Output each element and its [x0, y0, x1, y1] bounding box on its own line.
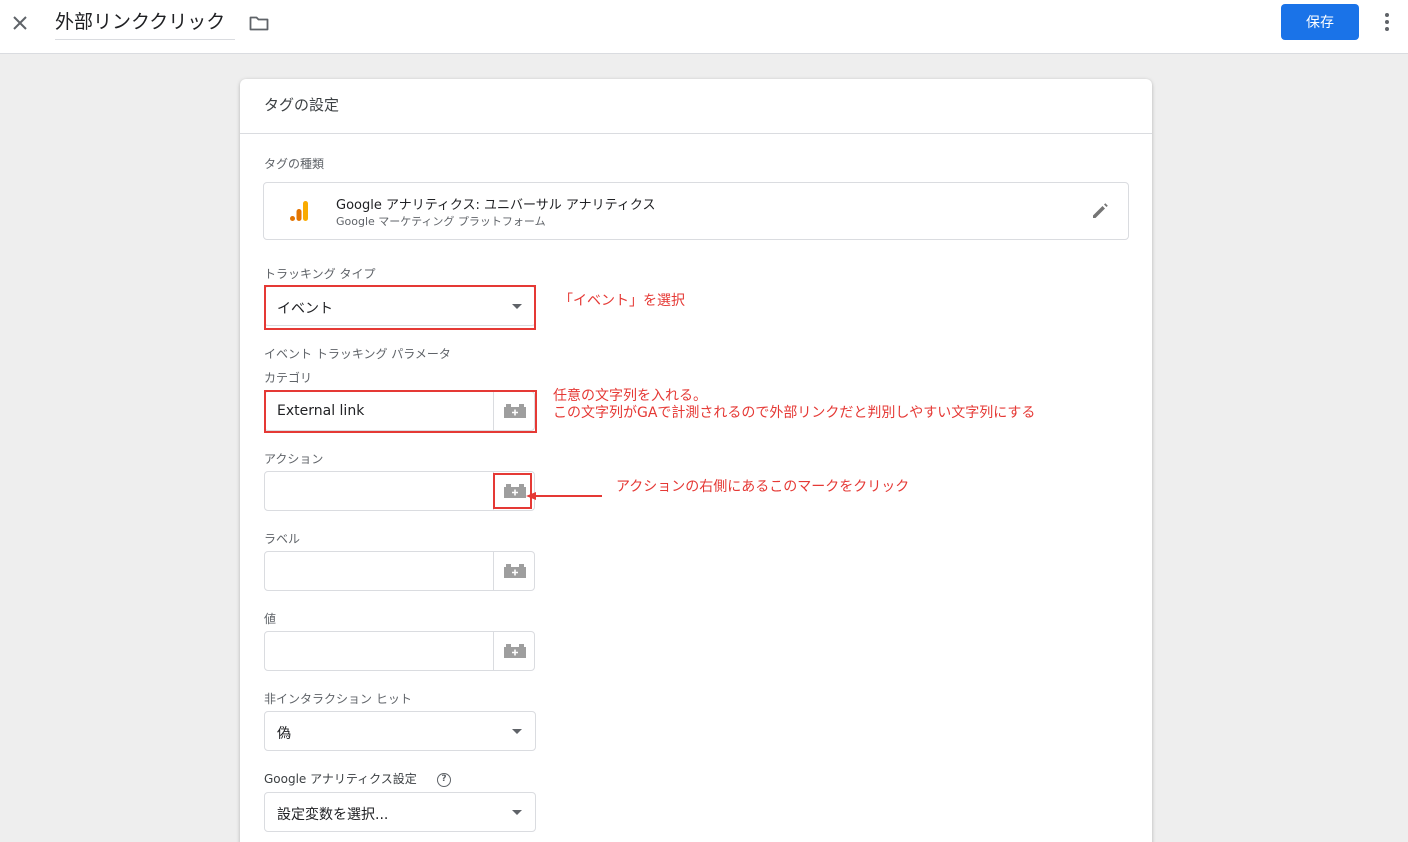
chevron-down-icon [512, 729, 522, 734]
ga-settings-label: Google アナリティクス設定 [264, 772, 417, 786]
tag-config-card: タグの設定 タグの種類 Google アナリティクス: ユニバーサル アナリティ… [240, 79, 1152, 842]
event-params-label: イベント トラッキング パラメータ [264, 347, 451, 361]
non-interaction-value: 偽 [277, 726, 291, 742]
variable-picker-icon[interactable] [493, 392, 534, 430]
tracking-type-label: トラッキング タイプ [264, 267, 376, 281]
variable-picker-icon[interactable] [493, 632, 534, 670]
non-interaction-label: 非インタラクション ヒット [264, 692, 412, 706]
tag-type-selector[interactable]: Google アナリティクス: ユニバーサル アナリティクス Google マー… [263, 182, 1129, 240]
variable-picker-icon[interactable] [493, 552, 534, 590]
folder-icon[interactable] [248, 12, 270, 34]
tag-name-field[interactable]: 外部リンククリック [55, 8, 235, 40]
close-icon[interactable] [9, 12, 31, 34]
non-interaction-select[interactable]: 偽 [264, 711, 536, 751]
tag-type-subtitle: Google マーケティング プラットフォーム [336, 215, 546, 228]
google-analytics-icon [288, 199, 312, 223]
action-field [264, 471, 535, 511]
save-button[interactable]: 保存 [1281, 4, 1359, 40]
category-input[interactable] [265, 392, 494, 430]
tag-type-label: タグの種類 [264, 157, 325, 171]
chevron-down-icon [512, 810, 522, 815]
top-bar: 外部リンククリック 保存 [0, 0, 1408, 54]
annotation-category-1: 任意の文字列を入れる。 [553, 388, 707, 404]
label-label: ラベル [264, 532, 301, 546]
card-title: タグの設定 [264, 96, 340, 114]
annotation-category-2: この文字列がGAで計測されるので外部リンクだと判別しやすい文字列にする [553, 405, 1036, 421]
more-vert-icon[interactable] [1378, 10, 1396, 34]
card-header: タグの設定 [240, 79, 1152, 134]
help-icon[interactable]: ? [437, 773, 451, 787]
action-input[interactable] [265, 472, 494, 510]
tracking-type-value: イベント [277, 301, 333, 317]
tag-type-title: Google アナリティクス: ユニバーサル アナリティクス [336, 198, 656, 213]
tracking-type-select[interactable]: イベント [264, 286, 536, 326]
value-field [264, 631, 535, 671]
ga-settings-value: 設定変数を選択... [277, 807, 389, 823]
action-label: アクション [264, 452, 324, 466]
annotation-event: 「イベント」を選択 [559, 293, 685, 309]
value-input[interactable] [265, 632, 494, 670]
annotation-arrow-icon [526, 485, 602, 500]
category-field [264, 391, 535, 431]
pencil-icon[interactable] [1090, 201, 1110, 221]
label-input[interactable] [265, 552, 494, 590]
category-label: カテゴリ [264, 371, 313, 385]
tag-name: 外部リンククリック [55, 11, 226, 33]
ga-settings-select[interactable]: 設定変数を選択... [264, 792, 536, 832]
value-label: 値 [264, 612, 277, 626]
annotation-action: アクションの右側にあるこのマークをクリック [616, 479, 910, 495]
chevron-down-icon [512, 304, 522, 309]
label-field [264, 551, 535, 591]
